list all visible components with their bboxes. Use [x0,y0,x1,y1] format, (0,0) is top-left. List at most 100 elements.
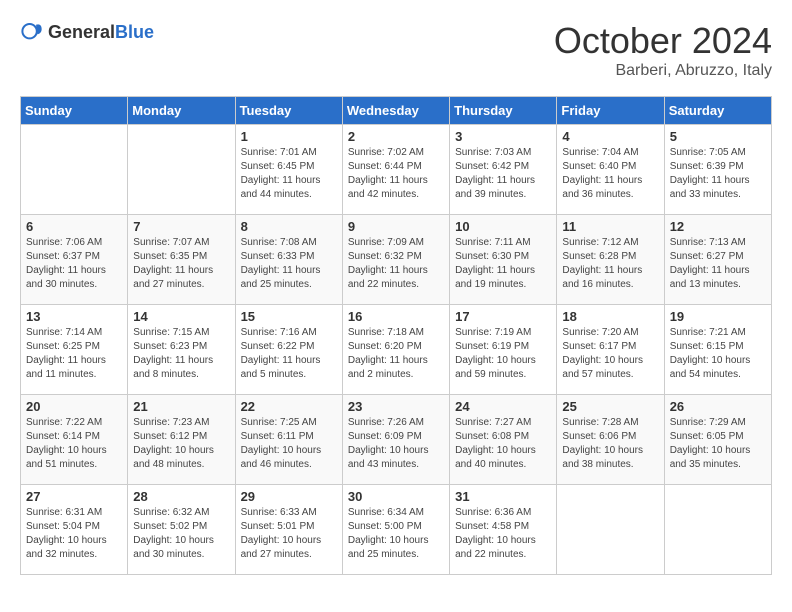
calendar-cell: 30 Sunrise: 6:34 AM Sunset: 5:00 PM Dayli… [342,485,449,575]
day-info: Sunrise: 7:05 AM Sunset: 6:39 PM Dayligh… [670,146,766,202]
day-info: Sunrise: 7:08 AM Sunset: 6:33 PM Dayligh… [241,236,337,292]
day-info: Sunrise: 7:07 AM Sunset: 6:35 PM Dayligh… [133,236,229,292]
day-number: 14 [133,309,229,324]
day-number: 30 [348,489,444,504]
day-number: 16 [348,309,444,324]
day-number: 21 [133,399,229,414]
month-title: October 2024 [554,20,772,62]
day-number: 17 [455,309,551,324]
calendar-cell [128,125,235,215]
calendar-week-row: 20 Sunrise: 7:22 AM Sunset: 6:14 PM Dayli… [21,395,772,485]
calendar-cell: 22 Sunrise: 7:25 AM Sunset: 6:11 PM Dayli… [235,395,342,485]
calendar-cell: 15 Sunrise: 7:16 AM Sunset: 6:22 PM Dayli… [235,305,342,395]
calendar-cell: 24 Sunrise: 7:27 AM Sunset: 6:08 PM Dayli… [450,395,557,485]
logo: GeneralBlue [20,20,154,44]
day-number: 8 [241,219,337,234]
calendar-cell: 28 Sunrise: 6:32 AM Sunset: 5:02 PM Dayli… [128,485,235,575]
day-number: 27 [26,489,122,504]
day-info: Sunrise: 6:34 AM Sunset: 5:00 PM Dayligh… [348,506,444,562]
title-block: October 2024 Barberi, Abruzzo, Italy [554,20,772,80]
day-info: Sunrise: 7:09 AM Sunset: 6:32 PM Dayligh… [348,236,444,292]
weekday-header: Sunday [21,97,128,125]
day-number: 1 [241,129,337,144]
day-number: 24 [455,399,551,414]
calendar-cell: 4 Sunrise: 7:04 AM Sunset: 6:40 PM Daylig… [557,125,664,215]
day-info: Sunrise: 7:12 AM Sunset: 6:28 PM Dayligh… [562,236,658,292]
calendar-cell: 2 Sunrise: 7:02 AM Sunset: 6:44 PM Daylig… [342,125,449,215]
calendar-cell: 5Sunrise: 7:05 AM Sunset: 6:39 PM Daylig… [664,125,771,215]
calendar-week-row: 6 Sunrise: 7:06 AM Sunset: 6:37 PM Daylig… [21,215,772,305]
calendar-cell: 1 Sunrise: 7:01 AM Sunset: 6:45 PM Daylig… [235,125,342,215]
calendar-table: SundayMondayTuesdayWednesdayThursdayFrid… [20,96,772,575]
day-info: Sunrise: 7:18 AM Sunset: 6:20 PM Dayligh… [348,326,444,382]
day-info: Sunrise: 6:31 AM Sunset: 5:04 PM Dayligh… [26,506,122,562]
day-info: Sunrise: 7:03 AM Sunset: 6:42 PM Dayligh… [455,146,551,202]
day-info: Sunrise: 7:27 AM Sunset: 6:08 PM Dayligh… [455,416,551,472]
day-info: Sunrise: 7:13 AM Sunset: 6:27 PM Dayligh… [670,236,766,292]
day-number: 15 [241,309,337,324]
day-info: Sunrise: 7:01 AM Sunset: 6:45 PM Dayligh… [241,146,337,202]
calendar-cell: 3 Sunrise: 7:03 AM Sunset: 6:42 PM Daylig… [450,125,557,215]
day-info: Sunrise: 7:29 AM Sunset: 6:05 PM Dayligh… [670,416,766,472]
calendar-cell: 26Sunrise: 7:29 AM Sunset: 6:05 PM Dayli… [664,395,771,485]
day-info: Sunrise: 7:04 AM Sunset: 6:40 PM Dayligh… [562,146,658,202]
calendar-cell: 23 Sunrise: 7:26 AM Sunset: 6:09 PM Dayli… [342,395,449,485]
day-info: Sunrise: 7:25 AM Sunset: 6:11 PM Dayligh… [241,416,337,472]
calendar-cell: 14 Sunrise: 7:15 AM Sunset: 6:23 PM Dayli… [128,305,235,395]
day-info: Sunrise: 6:36 AM Sunset: 4:58 PM Dayligh… [455,506,551,562]
calendar-cell: 25Sunrise: 7:28 AM Sunset: 6:06 PM Dayli… [557,395,664,485]
day-info: Sunrise: 7:20 AM Sunset: 6:17 PM Dayligh… [562,326,658,382]
calendar-cell: 12Sunrise: 7:13 AM Sunset: 6:27 PM Dayli… [664,215,771,305]
calendar-cell [664,485,771,575]
calendar-cell: 18 Sunrise: 7:20 AM Sunset: 6:17 PM Dayli… [557,305,664,395]
calendar-cell: 29Sunrise: 6:33 AM Sunset: 5:01 PM Dayli… [235,485,342,575]
weekday-header: Tuesday [235,97,342,125]
day-info: Sunrise: 7:16 AM Sunset: 6:22 PM Dayligh… [241,326,337,382]
day-info: Sunrise: 7:23 AM Sunset: 6:12 PM Dayligh… [133,416,229,472]
day-number: 23 [348,399,444,414]
calendar-week-row: 13Sunrise: 7:14 AM Sunset: 6:25 PM Dayli… [21,305,772,395]
calendar-cell: 20 Sunrise: 7:22 AM Sunset: 6:14 PM Dayli… [21,395,128,485]
weekday-header: Monday [128,97,235,125]
weekday-header: Friday [557,97,664,125]
logo-blue: Blue [115,22,154,42]
calendar-cell: 17Sunrise: 7:19 AM Sunset: 6:19 PM Dayli… [450,305,557,395]
day-number: 20 [26,399,122,414]
day-number: 18 [562,309,658,324]
day-number: 11 [562,219,658,234]
day-info: Sunrise: 7:22 AM Sunset: 6:14 PM Dayligh… [26,416,122,472]
calendar-cell: 13Sunrise: 7:14 AM Sunset: 6:25 PM Dayli… [21,305,128,395]
day-number: 4 [562,129,658,144]
day-info: Sunrise: 6:32 AM Sunset: 5:02 PM Dayligh… [133,506,229,562]
calendar-cell: 10Sunrise: 7:11 AM Sunset: 6:30 PM Dayli… [450,215,557,305]
calendar-cell: 31 Sunrise: 6:36 AM Sunset: 4:58 PM Dayli… [450,485,557,575]
logo-icon [20,20,44,44]
calendar-cell: 16 Sunrise: 7:18 AM Sunset: 6:20 PM Dayli… [342,305,449,395]
calendar-cell: 21 Sunrise: 7:23 AM Sunset: 6:12 PM Dayli… [128,395,235,485]
day-info: Sunrise: 7:02 AM Sunset: 6:44 PM Dayligh… [348,146,444,202]
location-subtitle: Barberi, Abruzzo, Italy [554,62,772,80]
calendar-cell: 6 Sunrise: 7:06 AM Sunset: 6:37 PM Daylig… [21,215,128,305]
calendar-cell: 19Sunrise: 7:21 AM Sunset: 6:15 PM Dayli… [664,305,771,395]
day-number: 28 [133,489,229,504]
day-number: 10 [455,219,551,234]
page-header: GeneralBlue October 2024 Barberi, Abruzz… [20,20,772,80]
calendar-cell: 11 Sunrise: 7:12 AM Sunset: 6:28 PM Dayli… [557,215,664,305]
calendar-week-row: 27 Sunrise: 6:31 AM Sunset: 5:04 PM Dayli… [21,485,772,575]
calendar-cell: 9 Sunrise: 7:09 AM Sunset: 6:32 PM Daylig… [342,215,449,305]
day-number: 13 [26,309,122,324]
day-info: Sunrise: 7:15 AM Sunset: 6:23 PM Dayligh… [133,326,229,382]
day-number: 3 [455,129,551,144]
calendar-cell: 8 Sunrise: 7:08 AM Sunset: 6:33 PM Daylig… [235,215,342,305]
day-info: Sunrise: 7:28 AM Sunset: 6:06 PM Dayligh… [562,416,658,472]
day-number: 29 [241,489,337,504]
day-number: 6 [26,219,122,234]
day-number: 9 [348,219,444,234]
day-info: Sunrise: 7:21 AM Sunset: 6:15 PM Dayligh… [670,326,766,382]
day-info: Sunrise: 7:26 AM Sunset: 6:09 PM Dayligh… [348,416,444,472]
calendar-cell: 7Sunrise: 7:07 AM Sunset: 6:35 PM Daylig… [128,215,235,305]
day-info: Sunrise: 7:06 AM Sunset: 6:37 PM Dayligh… [26,236,122,292]
day-number: 31 [455,489,551,504]
day-number: 22 [241,399,337,414]
day-number: 2 [348,129,444,144]
